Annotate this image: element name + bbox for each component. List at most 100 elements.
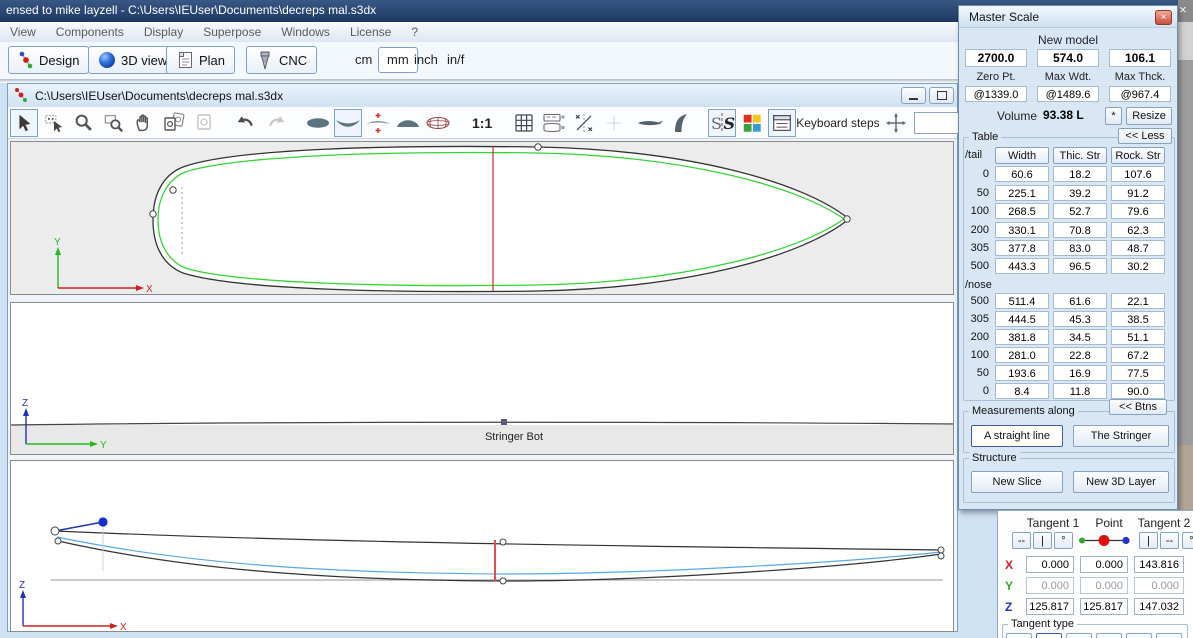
tangent2-free-button[interactable]: -- xyxy=(1160,532,1179,549)
table-cell[interactable]: 60.6 xyxy=(995,166,1049,182)
new-slice-button[interactable]: New Slice xyxy=(971,471,1063,493)
table-cell[interactable]: 39.2 xyxy=(1053,185,1107,201)
table-cell[interactable]: 79.6 xyxy=(1111,203,1165,219)
new-3d-layer-button[interactable]: New 3D Layer xyxy=(1073,471,1169,493)
actual-size-button[interactable]: 1:1 xyxy=(472,115,492,131)
control-point[interactable] xyxy=(150,211,156,217)
straight-line-button[interactable]: A straight line xyxy=(971,425,1063,447)
point-dot[interactable] xyxy=(1099,535,1110,546)
table-cell[interactable]: 443.3 xyxy=(995,258,1049,274)
tangent-type-button[interactable] xyxy=(1126,633,1152,638)
unit-inf[interactable]: in/f xyxy=(447,52,464,67)
measurements-sheet-icon[interactable] xyxy=(540,109,568,137)
bottom-curve[interactable] xyxy=(58,541,941,581)
btns-button[interactable]: << Btns xyxy=(1109,399,1167,415)
snap-cross-icon[interactable] xyxy=(600,109,628,137)
table-cell[interactable]: 193.6 xyxy=(995,365,1049,381)
grid-icon[interactable] xyxy=(510,109,538,137)
max-wdt-field[interactable]: @1489.6 xyxy=(1037,86,1099,102)
tangent2-angle-button[interactable]: ° xyxy=(1182,532,1193,549)
tangent1-free-button[interactable]: -- xyxy=(1012,532,1031,549)
control-point[interactable] xyxy=(500,539,506,545)
thic-str-column-header[interactable]: Thic. Str xyxy=(1053,147,1107,164)
tangent2-vertical-button[interactable]: | xyxy=(1139,532,1158,549)
table-cell[interactable]: 48.7 xyxy=(1111,240,1165,256)
main-close-button[interactable]: × xyxy=(1178,0,1193,22)
width-column-header[interactable]: Width xyxy=(995,147,1049,164)
stringer-curve-blue[interactable] xyxy=(57,537,941,574)
wireframe-view-icon[interactable] xyxy=(424,109,452,137)
control-point[interactable] xyxy=(55,538,61,544)
table-cell[interactable]: 381.8 xyxy=(995,329,1049,345)
table-cell[interactable]: 70.8 xyxy=(1053,222,1107,238)
menu-view[interactable]: View xyxy=(0,25,46,39)
3d-view-button[interactable]: 3D view xyxy=(88,46,177,74)
table-cell[interactable]: 107.6 xyxy=(1111,166,1165,182)
rocker-view-icon[interactable] xyxy=(334,109,362,137)
master-scale-titlebar[interactable]: Master Scale xyxy=(959,6,1177,28)
thickness-view-icon[interactable] xyxy=(364,109,392,137)
zoom-icon[interactable] xyxy=(70,109,98,137)
fin-icon[interactable] xyxy=(666,109,694,137)
width-field[interactable]: 574.0 xyxy=(1037,49,1099,67)
table-cell[interactable]: 38.5 xyxy=(1111,311,1165,327)
menu-windows[interactable]: Windows xyxy=(271,25,340,39)
properties-panel-icon[interactable] xyxy=(768,109,796,137)
tangent-type-button[interactable] xyxy=(1036,633,1062,638)
outline-view-icon[interactable] xyxy=(304,109,332,137)
tangent1-handle-dot[interactable] xyxy=(1079,538,1085,544)
outline-view-canvas[interactable]: Y X xyxy=(11,142,953,294)
y-point-field[interactable]: 0.000 xyxy=(1080,577,1128,594)
stringer-view-panel[interactable]: Z Y Stringer Bot xyxy=(10,302,954,455)
tangent2-handle-dot[interactable] xyxy=(1122,537,1129,544)
tangent-type-button[interactable] xyxy=(1096,633,1122,638)
profile-view-panel[interactable]: Z X xyxy=(10,460,954,632)
table-cell[interactable]: 30.2 xyxy=(1111,258,1165,274)
tangent-type-button[interactable] xyxy=(1156,633,1182,638)
redo-icon[interactable] xyxy=(262,109,290,137)
table-cell[interactable]: 34.5 xyxy=(1053,329,1107,345)
control-point[interactable] xyxy=(500,578,506,584)
rock-str-column-header[interactable]: Rock. Str xyxy=(1111,147,1165,164)
colors-icon[interactable] xyxy=(738,109,766,137)
table-cell[interactable]: 511.4 xyxy=(995,293,1049,309)
menu-display[interactable]: Display xyxy=(134,25,193,39)
table-cell[interactable]: 91.2 xyxy=(1111,185,1165,201)
table-cell[interactable]: 225.1 xyxy=(995,185,1049,201)
control-point[interactable] xyxy=(938,553,944,559)
length-field[interactable]: 2700.0 xyxy=(965,49,1027,67)
document-titlebar[interactable]: C:\Users\IEUser\Documents\decreps mal.s3… xyxy=(8,84,957,107)
menu-help[interactable]: ? xyxy=(401,25,428,39)
table-cell[interactable]: 45.3 xyxy=(1053,311,1107,327)
design-button[interactable]: Design xyxy=(8,46,89,74)
table-cell[interactable]: 62.3 xyxy=(1111,222,1165,238)
control-point[interactable] xyxy=(170,187,176,193)
unit-cm[interactable]: cm xyxy=(355,52,372,67)
doc-minimize-button[interactable] xyxy=(901,87,926,104)
table-cell[interactable]: 11.8 xyxy=(1053,383,1107,399)
mirror-icon[interactable]: S S xyxy=(708,109,736,137)
select-cursor-icon[interactable] xyxy=(10,109,38,137)
thickness-field[interactable]: 106.1 xyxy=(1109,49,1171,67)
control-point[interactable] xyxy=(844,216,850,222)
z-tangent2-field[interactable]: 147.032 xyxy=(1134,598,1184,615)
table-cell[interactable]: 444.5 xyxy=(995,311,1049,327)
marquee-select-icon[interactable] xyxy=(40,109,68,137)
zoom-window-icon[interactable] xyxy=(100,109,128,137)
unit-mm-selected[interactable]: mm xyxy=(378,47,418,73)
stringer-marker-handle[interactable] xyxy=(501,419,507,425)
resize-button[interactable]: Resize xyxy=(1126,107,1172,125)
menu-license[interactable]: License xyxy=(340,25,401,39)
table-cell[interactable]: 96.5 xyxy=(1053,258,1107,274)
z-tangent1-field[interactable]: 125.817 xyxy=(1026,598,1074,615)
the-stringer-button[interactable]: The Stringer xyxy=(1073,425,1169,447)
control-point[interactable] xyxy=(535,144,541,150)
guidelines-icon[interactable] xyxy=(570,109,598,137)
table-cell[interactable]: 281.0 xyxy=(995,347,1049,363)
tangent1-vertical-button[interactable]: | xyxy=(1033,532,1052,549)
table-cell[interactable]: 83.0 xyxy=(1053,240,1107,256)
table-cell[interactable]: 77.5 xyxy=(1111,365,1165,381)
deck-curve[interactable] xyxy=(55,531,941,550)
doc-restore-button[interactable] xyxy=(929,87,954,104)
max-thck-field[interactable]: @967.4 xyxy=(1109,86,1171,102)
